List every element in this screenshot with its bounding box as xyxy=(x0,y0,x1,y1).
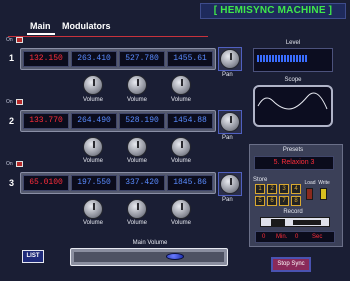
channel-2-freq-3-display[interactable]: 528.190 xyxy=(119,113,165,129)
channel-2-carrier-display[interactable]: 133.770 xyxy=(23,113,69,129)
channel-2-on-label: On xyxy=(6,99,13,105)
channel-1-freq-3-display[interactable]: 527.780 xyxy=(119,51,165,67)
channel-3-pan-label: Pan xyxy=(222,197,233,203)
record-toggle-button[interactable] xyxy=(271,219,285,226)
record-label: Record xyxy=(283,209,303,215)
channel-1-pan-knob[interactable] xyxy=(220,49,240,69)
main-volume-thumb[interactable] xyxy=(166,253,184,260)
record-min-label: Min. xyxy=(276,234,288,240)
channel-1-volume-label-1: Volume xyxy=(82,97,103,103)
channel-3-number: 3 xyxy=(9,178,15,188)
channel-1-carrier-display[interactable]: 132.150 xyxy=(23,51,69,67)
main-volume-track xyxy=(74,252,224,262)
record-slot xyxy=(293,220,321,225)
record-minutes: 0 xyxy=(295,234,299,240)
channel-3-panel: 65.0100 197.550 337.420 1845.86 xyxy=(20,172,216,194)
channel-3-freq-2-display[interactable]: 197.550 xyxy=(71,175,117,191)
channel-2-on-toggle[interactable] xyxy=(16,99,23,105)
channel-1-volume-knob-3[interactable] xyxy=(171,75,191,95)
channel-3-carrier-display[interactable]: 65.0100 xyxy=(23,175,69,191)
channel-1-volume-knob-2[interactable] xyxy=(127,75,147,95)
write-button[interactable] xyxy=(320,188,327,200)
channel-1-freq-4-display[interactable]: 1455.61 xyxy=(167,51,213,67)
channel-2-volume-knob-3[interactable] xyxy=(171,137,191,157)
channel-3-freq-3-display[interactable]: 337.420 xyxy=(119,175,165,191)
presets-label: Presets xyxy=(282,147,304,153)
channel-1-on-toggle[interactable] xyxy=(16,37,23,43)
channel-3-volume-knob-1[interactable] xyxy=(83,199,103,219)
channel-3-on-toggle[interactable] xyxy=(16,161,23,167)
preset-button-1[interactable]: 1 xyxy=(255,184,265,194)
channel-1-number: 1 xyxy=(9,53,15,63)
channel-2-number: 2 xyxy=(9,116,15,126)
record-sec-label: Sec xyxy=(312,234,323,240)
tab-main[interactable]: Main xyxy=(30,21,51,31)
list-button[interactable]: LIST xyxy=(22,250,44,263)
load-label: Load xyxy=(304,180,316,186)
level-meter-bar xyxy=(257,55,307,62)
channel-1-pan-box xyxy=(218,47,242,71)
channel-1-volume-knob-1[interactable] xyxy=(83,75,103,95)
stop-sync-button[interactable]: Stop Sync xyxy=(271,257,311,272)
preset-button-8[interactable]: 8 xyxy=(291,196,301,206)
channel-3-pan-box xyxy=(218,172,242,196)
preset-button-6[interactable]: 6 xyxy=(267,196,277,206)
channel-1-freq-2-display[interactable]: 263.410 xyxy=(71,51,117,67)
app-title: [ HEMISYNC MACHINE ] xyxy=(200,3,346,19)
channel-2-volume-label-1: Volume xyxy=(82,158,103,164)
channel-2-freq-2-display[interactable]: 264.490 xyxy=(71,113,117,129)
scope-waveform xyxy=(257,92,328,110)
channel-1-on-label: On xyxy=(6,37,13,43)
channel-1-volume-label-2: Volume xyxy=(126,97,147,103)
channel-2-volume-label-3: Volume xyxy=(170,158,191,164)
channel-2-pan-box xyxy=(218,110,242,134)
preset-display[interactable]: 5. Relaxion 3 xyxy=(254,156,334,170)
record-time-display: 0 Min. 0 Sec xyxy=(255,231,335,243)
tab-divider xyxy=(8,36,208,37)
channel-3-volume-knob-3[interactable] xyxy=(171,199,191,219)
channel-2-panel: 133.770 264.490 528.190 1454.88 xyxy=(20,110,216,132)
channel-1-volume-label-3: Volume xyxy=(170,97,191,103)
channel-1-pan-label: Pan xyxy=(222,72,233,78)
preset-button-3[interactable]: 3 xyxy=(279,184,289,194)
preset-button-5[interactable]: 5 xyxy=(255,196,265,206)
record-controls xyxy=(260,217,330,227)
main-volume-label: Main Volume xyxy=(132,240,168,246)
channel-2-volume-knob-2[interactable] xyxy=(127,137,147,157)
level-label: Level xyxy=(285,40,301,46)
active-tab-indicator xyxy=(27,33,55,35)
write-label: Write xyxy=(318,180,330,186)
tab-modulators[interactable]: Modulators xyxy=(62,21,111,31)
scope-display xyxy=(253,85,333,127)
load-button[interactable] xyxy=(306,188,313,200)
channel-2-volume-label-2: Volume xyxy=(126,158,147,164)
scope-label: Scope xyxy=(284,77,302,83)
preset-button-4[interactable]: 4 xyxy=(291,184,301,194)
channel-3-pan-knob[interactable] xyxy=(220,174,240,194)
preset-button-2[interactable]: 2 xyxy=(267,184,277,194)
channel-3-freq-4-display[interactable]: 1845.86 xyxy=(167,175,213,191)
channel-3-volume-label-1: Volume xyxy=(82,220,103,226)
channel-2-freq-4-display[interactable]: 1454.88 xyxy=(167,113,213,129)
channel-2-volume-knob-1[interactable] xyxy=(83,137,103,157)
channel-2-pan-knob[interactable] xyxy=(220,112,240,132)
record-hours: 0 xyxy=(262,234,266,240)
channel-2-pan-label: Pan xyxy=(222,135,233,141)
store-label: Store xyxy=(253,177,268,183)
channel-3-volume-label-2: Volume xyxy=(126,220,147,226)
channel-1-panel: 132.150 263.410 527.780 1455.61 xyxy=(20,48,216,70)
app-window: [ HEMISYNC MACHINE ] Main Modulators On … xyxy=(0,0,350,281)
channel-3-volume-knob-2[interactable] xyxy=(127,199,147,219)
channel-3-volume-label-3: Volume xyxy=(170,220,191,226)
channel-3-on-label: On xyxy=(6,161,13,167)
preset-button-7[interactable]: 7 xyxy=(279,196,289,206)
